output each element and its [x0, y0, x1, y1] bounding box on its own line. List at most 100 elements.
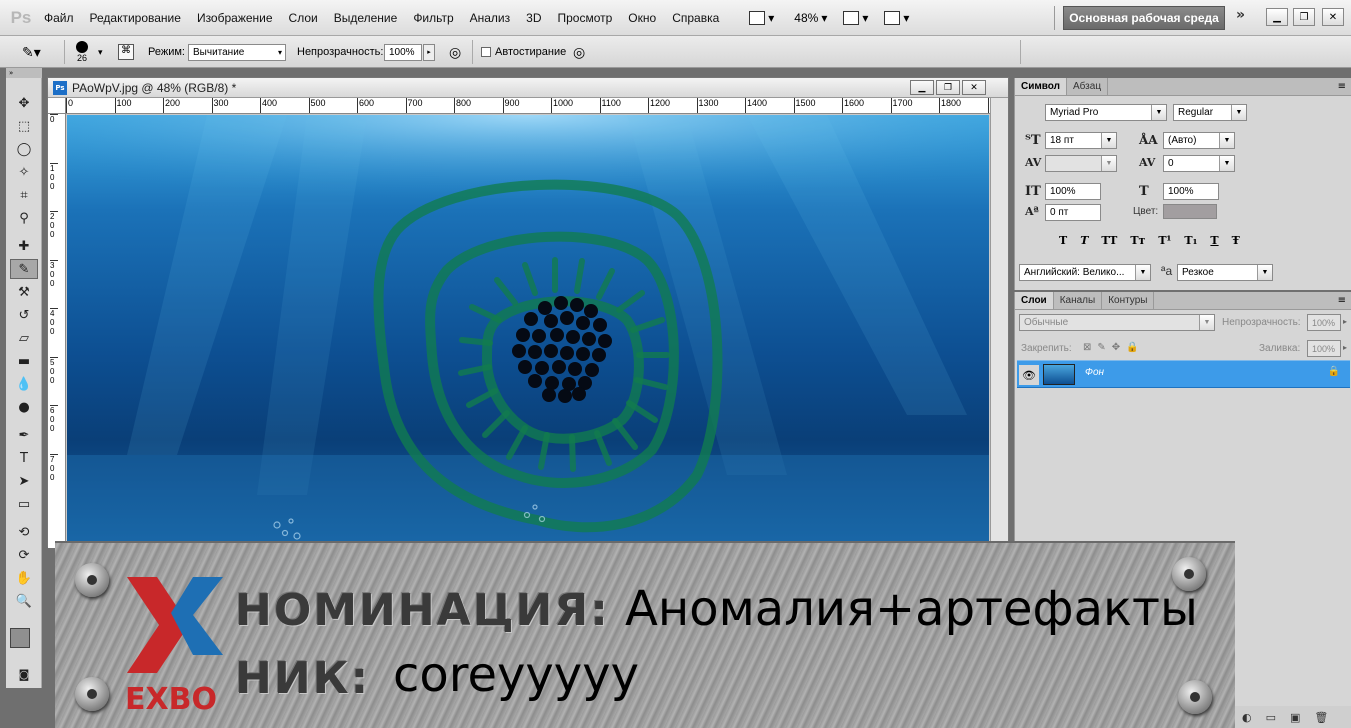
strikethrough-button[interactable]: Ŧ	[1232, 234, 1240, 247]
language-select[interactable]: Английский: Велико... ▼	[1019, 264, 1151, 281]
marquee-tool-icon[interactable]: ⬚	[10, 116, 38, 136]
faux-italic-button[interactable]: T	[1080, 234, 1088, 247]
small-caps-button[interactable]: Tт	[1130, 234, 1145, 247]
opacity-slider-button[interactable]: ▸	[423, 43, 435, 61]
tab-paragraph[interactable]: Абзац	[1067, 78, 1109, 95]
tab-channels[interactable]: Каналы	[1054, 292, 1103, 309]
move-tool-icon[interactable]: ✥	[10, 93, 38, 113]
menu-window[interactable]: Окно	[620, 11, 664, 25]
minimize-button[interactable]: ▁	[1266, 8, 1288, 26]
lock-position-icon[interactable]: ✥	[1112, 342, 1120, 353]
menu-select[interactable]: Выделение	[326, 11, 406, 25]
lock-transparency-icon[interactable]: ⊠	[1083, 342, 1091, 353]
superscript-button[interactable]: T¹	[1158, 234, 1171, 247]
font-style-select[interactable]: Regular ▼	[1173, 104, 1247, 121]
adjustment-layer-icon[interactable]: ◐	[1242, 711, 1252, 724]
tab-layers[interactable]: Слои	[1015, 292, 1054, 309]
foreground-color-swatch[interactable]	[10, 628, 30, 648]
shape-tool-icon[interactable]: ▭	[10, 494, 38, 514]
new-layer-icon[interactable]: ▣	[1290, 711, 1300, 724]
faux-bold-button[interactable]: T	[1059, 234, 1067, 247]
font-family-select[interactable]: Myriad Pro ▼	[1045, 104, 1167, 121]
history-brush-tool-icon[interactable]: ↺	[10, 305, 38, 325]
blend-mode-select[interactable]: Обычные ▼	[1019, 314, 1215, 331]
lock-all-icon[interactable]: 🔒	[1126, 342, 1138, 353]
hand-tool-icon[interactable]: ✋	[10, 568, 38, 588]
screen-mode-control[interactable]: ▾	[749, 10, 774, 25]
chevron-down-icon[interactable]: ▾	[98, 36, 103, 68]
workspace-button[interactable]: Основная рабочая среда	[1063, 6, 1225, 30]
tab-paths[interactable]: Контуры	[1102, 292, 1155, 309]
arrange-documents-control[interactable]: ▾	[843, 10, 868, 25]
crop-tool-icon[interactable]: ⌗	[10, 185, 38, 205]
leading-input[interactable]: (Авто) ▼	[1163, 132, 1235, 149]
panel-menu-icon[interactable]: ≡	[1338, 292, 1351, 309]
text-color-swatch[interactable]	[1163, 204, 1217, 219]
blur-tool-icon[interactable]: 💧	[10, 374, 38, 394]
screen-mode-control-2[interactable]: ▾	[884, 10, 909, 25]
panel-menu-icon[interactable]: ≡	[1338, 78, 1351, 95]
quick-mask-icon[interactable]: ◙	[10, 664, 38, 684]
pressure-opacity-icon[interactable]: ◎	[449, 36, 461, 68]
group-icon[interactable]: ▭	[1266, 711, 1276, 724]
restore-button[interactable]: ❐	[1293, 8, 1315, 26]
lock-pixels-icon[interactable]: ✎	[1097, 342, 1105, 353]
document-vertical-scrollbar[interactable]	[990, 98, 1008, 548]
menu-filter[interactable]: Фильтр	[405, 11, 461, 25]
font-size-input[interactable]: 18 пт ▼	[1045, 132, 1117, 149]
antialias-select[interactable]: Резкое ▼	[1177, 264, 1273, 281]
more-workspaces-icon[interactable]: »	[1236, 7, 1245, 23]
eraser-tool-icon[interactable]: ▱	[10, 328, 38, 348]
horizontal-scale-input[interactable]: 100%	[1163, 183, 1219, 200]
zoom-tool-icon[interactable]: 🔍	[10, 591, 38, 611]
doc-minimize-button[interactable]: ▁	[910, 80, 934, 95]
menu-help[interactable]: Справка	[664, 11, 727, 25]
brush-panel-icon[interactable]: ⌘	[118, 44, 134, 60]
lasso-tool-icon[interactable]: ◯	[10, 139, 38, 159]
gradient-tool-icon[interactable]: ▬	[10, 351, 38, 371]
tracking-input[interactable]: 0 ▼	[1163, 155, 1235, 172]
auto-erase-checkbox[interactable]	[481, 47, 491, 57]
brush-preset-picker[interactable]: 26	[76, 36, 88, 68]
pen-tool-icon[interactable]: ✒	[10, 425, 38, 445]
menu-image[interactable]: Изображение	[189, 11, 281, 25]
image-canvas[interactable]	[67, 115, 989, 548]
tab-character[interactable]: Символ	[1015, 78, 1067, 95]
zoom-control[interactable]: 48% ▾	[794, 11, 827, 25]
eyedropper-tool-icon[interactable]: ⚲	[10, 208, 38, 228]
clone-stamp-tool-icon[interactable]: ⚒	[10, 282, 38, 302]
3d-rotate-tool-icon[interactable]: ⟲	[10, 522, 38, 542]
chevron-right-icon[interactable]: ▸	[1343, 343, 1347, 352]
subscript-button[interactable]: T₁	[1184, 234, 1197, 247]
vertical-ruler[interactable]: 0 1 0 0 2 0 0 3 0 0 4 0 0 5 0 0 6 0 0 7 0 0	[48, 114, 66, 548]
trash-icon[interactable]: 🗑	[1314, 711, 1328, 724]
underline-button[interactable]: T	[1210, 234, 1218, 247]
layer-opacity-input[interactable]: 100%	[1307, 314, 1341, 331]
opacity-input[interactable]: 100%	[384, 43, 422, 61]
baseline-shift-input[interactable]: 0 пт	[1045, 204, 1101, 221]
fill-input[interactable]: 100%	[1307, 340, 1341, 357]
brush-tool-icon[interactable]: ✎▾	[22, 36, 41, 68]
doc-restore-button[interactable]: ❐	[936, 80, 960, 95]
all-caps-button[interactable]: TT	[1101, 234, 1117, 247]
dodge-tool-icon[interactable]: ●	[10, 397, 38, 417]
menu-analysis[interactable]: Анализ	[462, 11, 519, 25]
quick-select-tool-icon[interactable]: ✧	[10, 162, 38, 182]
ruler-origin[interactable]	[48, 98, 66, 114]
pressure-size-icon[interactable]: ◎	[573, 36, 585, 68]
chevron-right-icon[interactable]: ▸	[1343, 317, 1347, 326]
close-button[interactable]: ✕	[1322, 8, 1344, 26]
toolbox-collapse-icon[interactable]: »	[6, 68, 42, 78]
horizontal-ruler[interactable]: 0 100 200 300 400 500 600 700 800 900 1000 1100 1200…	[66, 98, 990, 114]
document-titlebar[interactable]: Ps PAoWpV.jpg @ 48% (RGB/8) * ▁ ❐ ✕	[48, 78, 1008, 98]
path-select-tool-icon[interactable]: ➤	[10, 471, 38, 491]
mode-select[interactable]: Вычитание ▾	[188, 43, 286, 61]
vertical-scale-input[interactable]: 100%	[1045, 183, 1101, 200]
doc-close-button[interactable]: ✕	[962, 80, 986, 95]
type-tool-icon[interactable]: T	[10, 448, 38, 468]
brush-tool-icon[interactable]: ✎	[10, 259, 38, 279]
kerning-input[interactable]: ▼	[1045, 155, 1117, 172]
menu-file[interactable]: Файл	[36, 11, 82, 25]
healing-brush-tool-icon[interactable]: ✚	[10, 236, 38, 256]
menu-3d[interactable]: 3D	[518, 11, 549, 25]
